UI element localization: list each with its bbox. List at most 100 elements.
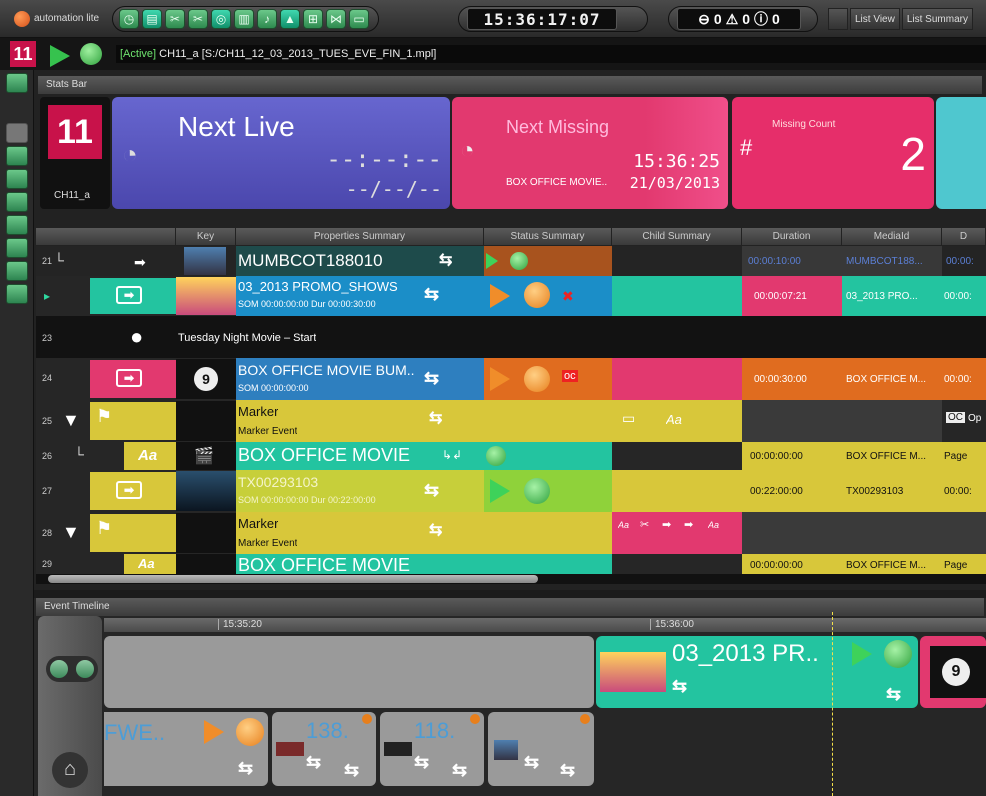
error-icon: ✖ bbox=[562, 288, 574, 304]
duration-value: 00:22:00:00 bbox=[750, 486, 803, 497]
notes-icon[interactable] bbox=[6, 284, 28, 304]
col-header-properties[interactable]: Properties Summary bbox=[236, 228, 484, 245]
media-icon[interactable] bbox=[6, 238, 28, 258]
app-title: automation lite bbox=[34, 13, 100, 24]
cut-icon: ✂ bbox=[640, 519, 650, 531]
tree-icon[interactable]: ⊞ bbox=[303, 9, 323, 29]
view-group: List View List Summary bbox=[828, 8, 973, 30]
next-missing-time: 15:36:25 bbox=[633, 151, 720, 172]
list-summary-button[interactable]: List Summary bbox=[901, 8, 973, 30]
col-header-duration[interactable]: Duration bbox=[742, 228, 842, 245]
loop-icon: ⇆ bbox=[424, 368, 440, 388]
collapse-icon[interactable]: ▼ bbox=[62, 522, 80, 543]
collapse-icon[interactable]: ▼ bbox=[62, 410, 80, 431]
settings-icon[interactable] bbox=[6, 261, 28, 281]
monitor-icon[interactable]: ▭ bbox=[349, 9, 369, 29]
prev-icon[interactable] bbox=[50, 660, 68, 678]
secondary-arrow-icon: ➡ bbox=[116, 481, 142, 499]
clock-icon[interactable]: ◷ bbox=[119, 9, 139, 29]
loop-icon: ⇆ bbox=[886, 684, 902, 704]
text-icon: Aa bbox=[618, 520, 630, 530]
chart-icon[interactable]: ▲ bbox=[280, 9, 300, 29]
child-cell bbox=[612, 470, 742, 512]
target-icon[interactable]: ◎ bbox=[211, 9, 231, 29]
loop-icon: ⇆ bbox=[424, 480, 440, 500]
missing-count-card[interactable]: Missing Count # 2 bbox=[732, 97, 934, 209]
row-title: TX00293103 bbox=[238, 474, 319, 490]
flag-icon: ⚑ bbox=[96, 518, 113, 538]
row-title: MUMBCOT188010 bbox=[238, 251, 383, 270]
loop-icon: ⇆ bbox=[424, 284, 440, 304]
small-block-title: FWE.. bbox=[104, 720, 166, 745]
block-thumbnail bbox=[384, 742, 412, 756]
loop-icon: ⇆ bbox=[439, 252, 453, 269]
top-toolbar: automation lite ◷ ▤ ✂ ✂ ◎ ▥ ♪ ▲ ⊞ ⋈ ▭ 15… bbox=[0, 0, 986, 38]
broadcast-missing-icon: ◔ bbox=[460, 137, 475, 164]
loop-icon: ⇆ bbox=[429, 410, 443, 427]
status-counts[interactable]: ⊖ 0 ⚠ 0 ⓘ 0 bbox=[677, 8, 801, 30]
row-sub: Marker Event bbox=[238, 538, 298, 549]
hash-icon: # bbox=[740, 135, 753, 160]
bell-icon[interactable]: ♪ bbox=[257, 9, 277, 29]
next-missing-card[interactable]: ◔ Next Missing 15:36:25 BOX OFFICE MOVIE… bbox=[452, 97, 728, 209]
loop-icon: ⇆ bbox=[238, 758, 254, 778]
play-icon[interactable] bbox=[50, 45, 70, 67]
home-icon[interactable]: ⌂ bbox=[52, 752, 88, 788]
timeline-block-gap[interactable] bbox=[104, 636, 594, 708]
add-icon[interactable] bbox=[6, 192, 28, 212]
next-missing-title: Next Missing bbox=[506, 117, 610, 137]
view-prev-button[interactable] bbox=[828, 8, 848, 30]
list-icon[interactable]: ▤ bbox=[142, 9, 162, 29]
loop-icon: ⇆ bbox=[306, 752, 322, 772]
duration-value: 00:00:30:00 bbox=[754, 374, 807, 385]
channel-logo-large: 11 bbox=[48, 105, 102, 159]
next-stat-card[interactable] bbox=[936, 97, 986, 209]
info-icon: ⓘ bbox=[754, 11, 769, 27]
d-value: 00:00: bbox=[946, 256, 974, 267]
playhead-line[interactable] bbox=[832, 612, 833, 796]
slot-blank-icon[interactable] bbox=[6, 123, 28, 143]
doc-icon[interactable]: ▥ bbox=[234, 9, 254, 29]
col-header-status[interactable]: Status Summary bbox=[484, 228, 612, 245]
list-view-button[interactable]: List View bbox=[850, 8, 900, 30]
col-header-child[interactable]: Child Summary bbox=[612, 228, 742, 245]
text-type-label: Aa bbox=[138, 447, 158, 464]
left-toolstrip bbox=[0, 70, 34, 796]
copy-icon[interactable] bbox=[6, 146, 28, 166]
ready-icon bbox=[884, 640, 912, 668]
on-air-indicator-icon[interactable] bbox=[80, 43, 102, 65]
message-icon: ▭ bbox=[622, 410, 636, 426]
d-value: 00:00: bbox=[944, 486, 972, 497]
scrollbar-thumb[interactable] bbox=[48, 575, 538, 583]
mediaid-value: BOX OFFICE M... bbox=[846, 451, 927, 462]
block-thumbnail bbox=[276, 742, 304, 756]
col-header-row bbox=[36, 228, 176, 245]
cut-icon[interactable]: ✂ bbox=[165, 9, 185, 29]
next-live-card[interactable]: ◔ Next Live --:--:-- --/--/-- bbox=[112, 97, 450, 209]
timer-icon[interactable] bbox=[6, 215, 28, 235]
text-icon: Aa bbox=[666, 412, 682, 427]
row-sub: SOM 00:00:00:00 Dur 00:00:30:00 bbox=[238, 299, 376, 309]
missing-count-title: Missing Count bbox=[772, 119, 836, 130]
col-header-d[interactable]: D bbox=[942, 228, 986, 245]
paste-icon[interactable] bbox=[6, 169, 28, 189]
row-number: 27 bbox=[42, 486, 53, 496]
network-icon[interactable]: ⋈ bbox=[326, 9, 346, 29]
row-title: 03_2013 PROMO_SHOWS bbox=[238, 279, 398, 294]
play-icon bbox=[490, 479, 510, 503]
child-cell bbox=[612, 276, 742, 316]
stats-bar-title: Stats Bar bbox=[38, 76, 982, 94]
col-header-mediaid[interactable]: MediaId bbox=[842, 228, 942, 245]
next-icon[interactable] bbox=[76, 660, 94, 678]
copy-icon[interactable]: ✂ bbox=[188, 9, 208, 29]
comment-icon: ● bbox=[130, 324, 144, 349]
oc-error-icon: oc bbox=[562, 370, 578, 382]
text-icon: Aa bbox=[708, 520, 720, 530]
broadcast-icon: ◔ bbox=[122, 139, 138, 169]
trigger-icon: ↳↲ bbox=[442, 448, 463, 462]
missing-count-value: 2 bbox=[900, 128, 926, 180]
edit-icon[interactable] bbox=[6, 73, 28, 93]
key-badge: 9 bbox=[942, 658, 970, 686]
col-header-key[interactable]: Key bbox=[176, 228, 236, 245]
status-cell bbox=[484, 400, 612, 442]
